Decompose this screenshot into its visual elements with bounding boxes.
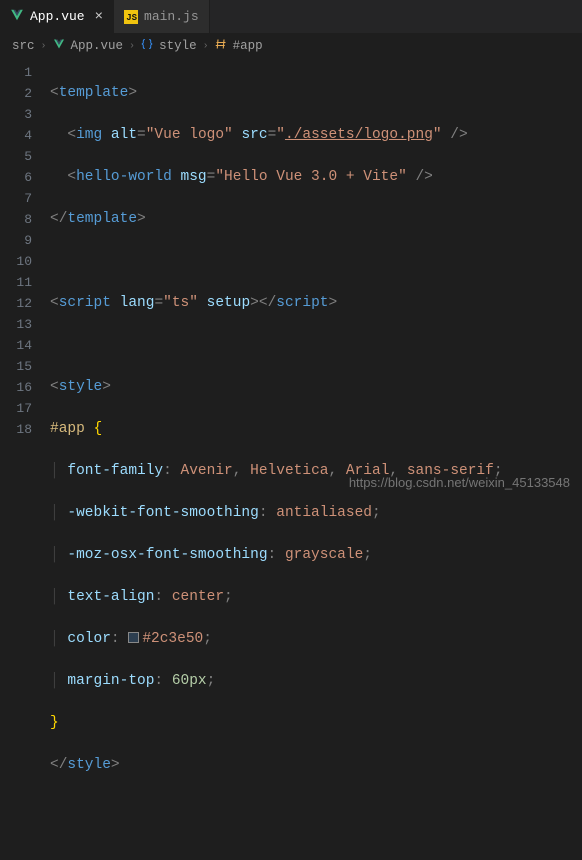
breadcrumb: src › App.vue › style › #app [0,34,582,58]
vue-icon [10,8,24,26]
brace-icon [141,38,153,54]
breadcrumb-style[interactable]: style [159,39,197,53]
breadcrumb-src[interactable]: src [12,39,35,53]
hash-icon [215,38,227,54]
tab-label: App.vue [30,9,85,24]
line-gutter: 123 456 789 101112 131415 161718 [0,58,50,860]
tab-label: main.js [144,9,199,24]
chevron-right-icon: › [129,41,135,52]
color-swatch [128,632,139,643]
chevron-right-icon: › [41,41,47,52]
breadcrumb-app[interactable]: #app [233,39,263,53]
js-icon: JS [124,10,138,24]
tab-app-vue[interactable]: App.vue × [0,0,114,33]
vue-icon [53,38,65,54]
tab-main-js[interactable]: JS main.js [114,0,210,33]
watermark: https://blog.csdn.net/weixin_45133548 [349,475,570,490]
chevron-right-icon: › [203,41,209,52]
code-editor[interactable]: 123 456 789 101112 131415 161718 <templa… [0,58,582,860]
tabs-bar: App.vue × JS main.js [0,0,582,34]
code-content[interactable]: <template> <img alt="Vue logo" src="./as… [50,58,582,860]
breadcrumb-file[interactable]: App.vue [71,39,124,53]
close-icon[interactable]: × [95,9,103,25]
